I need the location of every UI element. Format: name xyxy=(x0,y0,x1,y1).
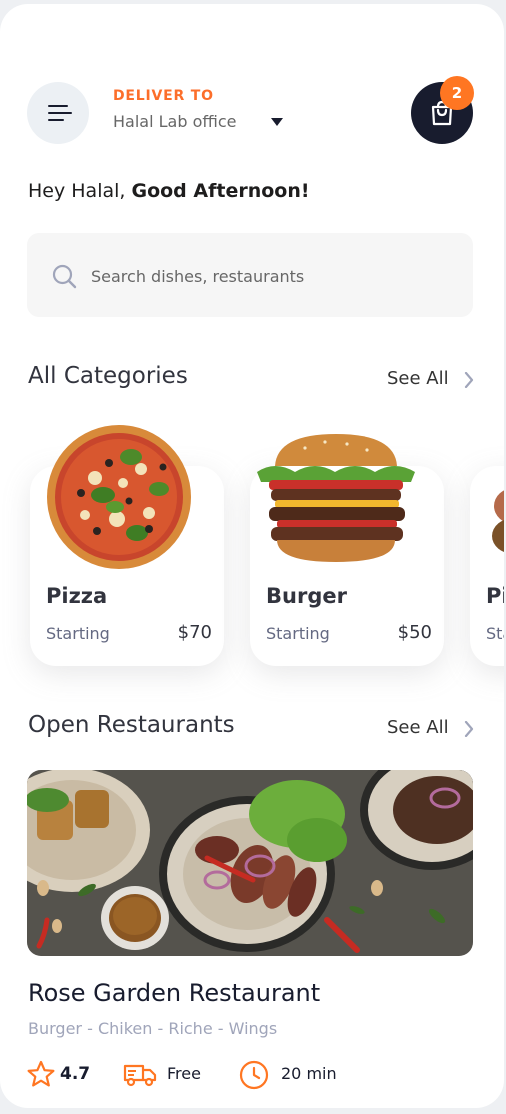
delivery-time: 20 min xyxy=(281,1064,337,1083)
category-name: Pizza xyxy=(46,584,108,608)
greeting-text: Hey Halal, Good Afternoon! xyxy=(28,180,310,202)
search-bar[interactable] xyxy=(27,233,473,317)
menu-icon-line xyxy=(48,119,64,121)
category-name: Pi xyxy=(486,584,504,608)
category-name: Burger xyxy=(266,584,347,608)
chevron-right-icon xyxy=(464,372,474,388)
restaurants-title: Open Restaurants xyxy=(28,712,235,738)
category-price: $70 xyxy=(177,622,212,643)
cart-count-badge: 2 xyxy=(440,76,474,110)
category-price: $50 xyxy=(397,622,432,643)
app-screen: DELIVER TO Halal Lab office 2 Hey Halal,… xyxy=(0,4,504,1108)
category-starting-label: Starting xyxy=(46,624,110,643)
menu-icon-line xyxy=(48,112,72,114)
deliver-to-label: DELIVER TO xyxy=(113,88,214,104)
delivery-truck-icon xyxy=(123,1064,157,1087)
search-input[interactable] xyxy=(89,261,453,291)
delivery-location[interactable]: Halal Lab office xyxy=(113,112,236,131)
food-image-partial xyxy=(492,490,504,553)
greeting-emphasis: Good Afternoon! xyxy=(131,180,310,202)
restaurants-see-all-button[interactable]: See All xyxy=(387,717,474,738)
restaurant-photo xyxy=(27,770,473,956)
restaurant-image[interactable] xyxy=(27,770,473,956)
chevron-down-icon[interactable] xyxy=(271,118,283,127)
greeting-prefix: Hey Halal, xyxy=(28,180,132,202)
search-icon xyxy=(52,264,77,289)
restaurant-tags: Burger - Chiken - Riche - Wings xyxy=(28,1019,278,1038)
category-starting-label: Sta xyxy=(486,624,504,643)
menu-icon xyxy=(48,105,68,107)
clock-icon xyxy=(239,1060,269,1090)
delivery-fee: Free xyxy=(167,1064,201,1083)
pizza-image xyxy=(47,425,191,569)
see-all-label: See All xyxy=(387,717,449,738)
restaurant-name[interactable]: Rose Garden Restaurant xyxy=(28,979,320,1007)
cart-button[interactable]: 2 xyxy=(411,76,474,144)
categories-see-all-button[interactable]: See All xyxy=(387,368,474,389)
see-all-label: See All xyxy=(387,368,449,389)
menu-button[interactable] xyxy=(27,82,89,144)
star-icon xyxy=(27,1060,55,1087)
chevron-right-icon xyxy=(464,721,474,737)
category-starting-label: Starting xyxy=(266,624,330,643)
categories-title: All Categories xyxy=(28,363,188,389)
rating-value: 4.7 xyxy=(60,1064,91,1084)
burger-image xyxy=(257,434,415,562)
